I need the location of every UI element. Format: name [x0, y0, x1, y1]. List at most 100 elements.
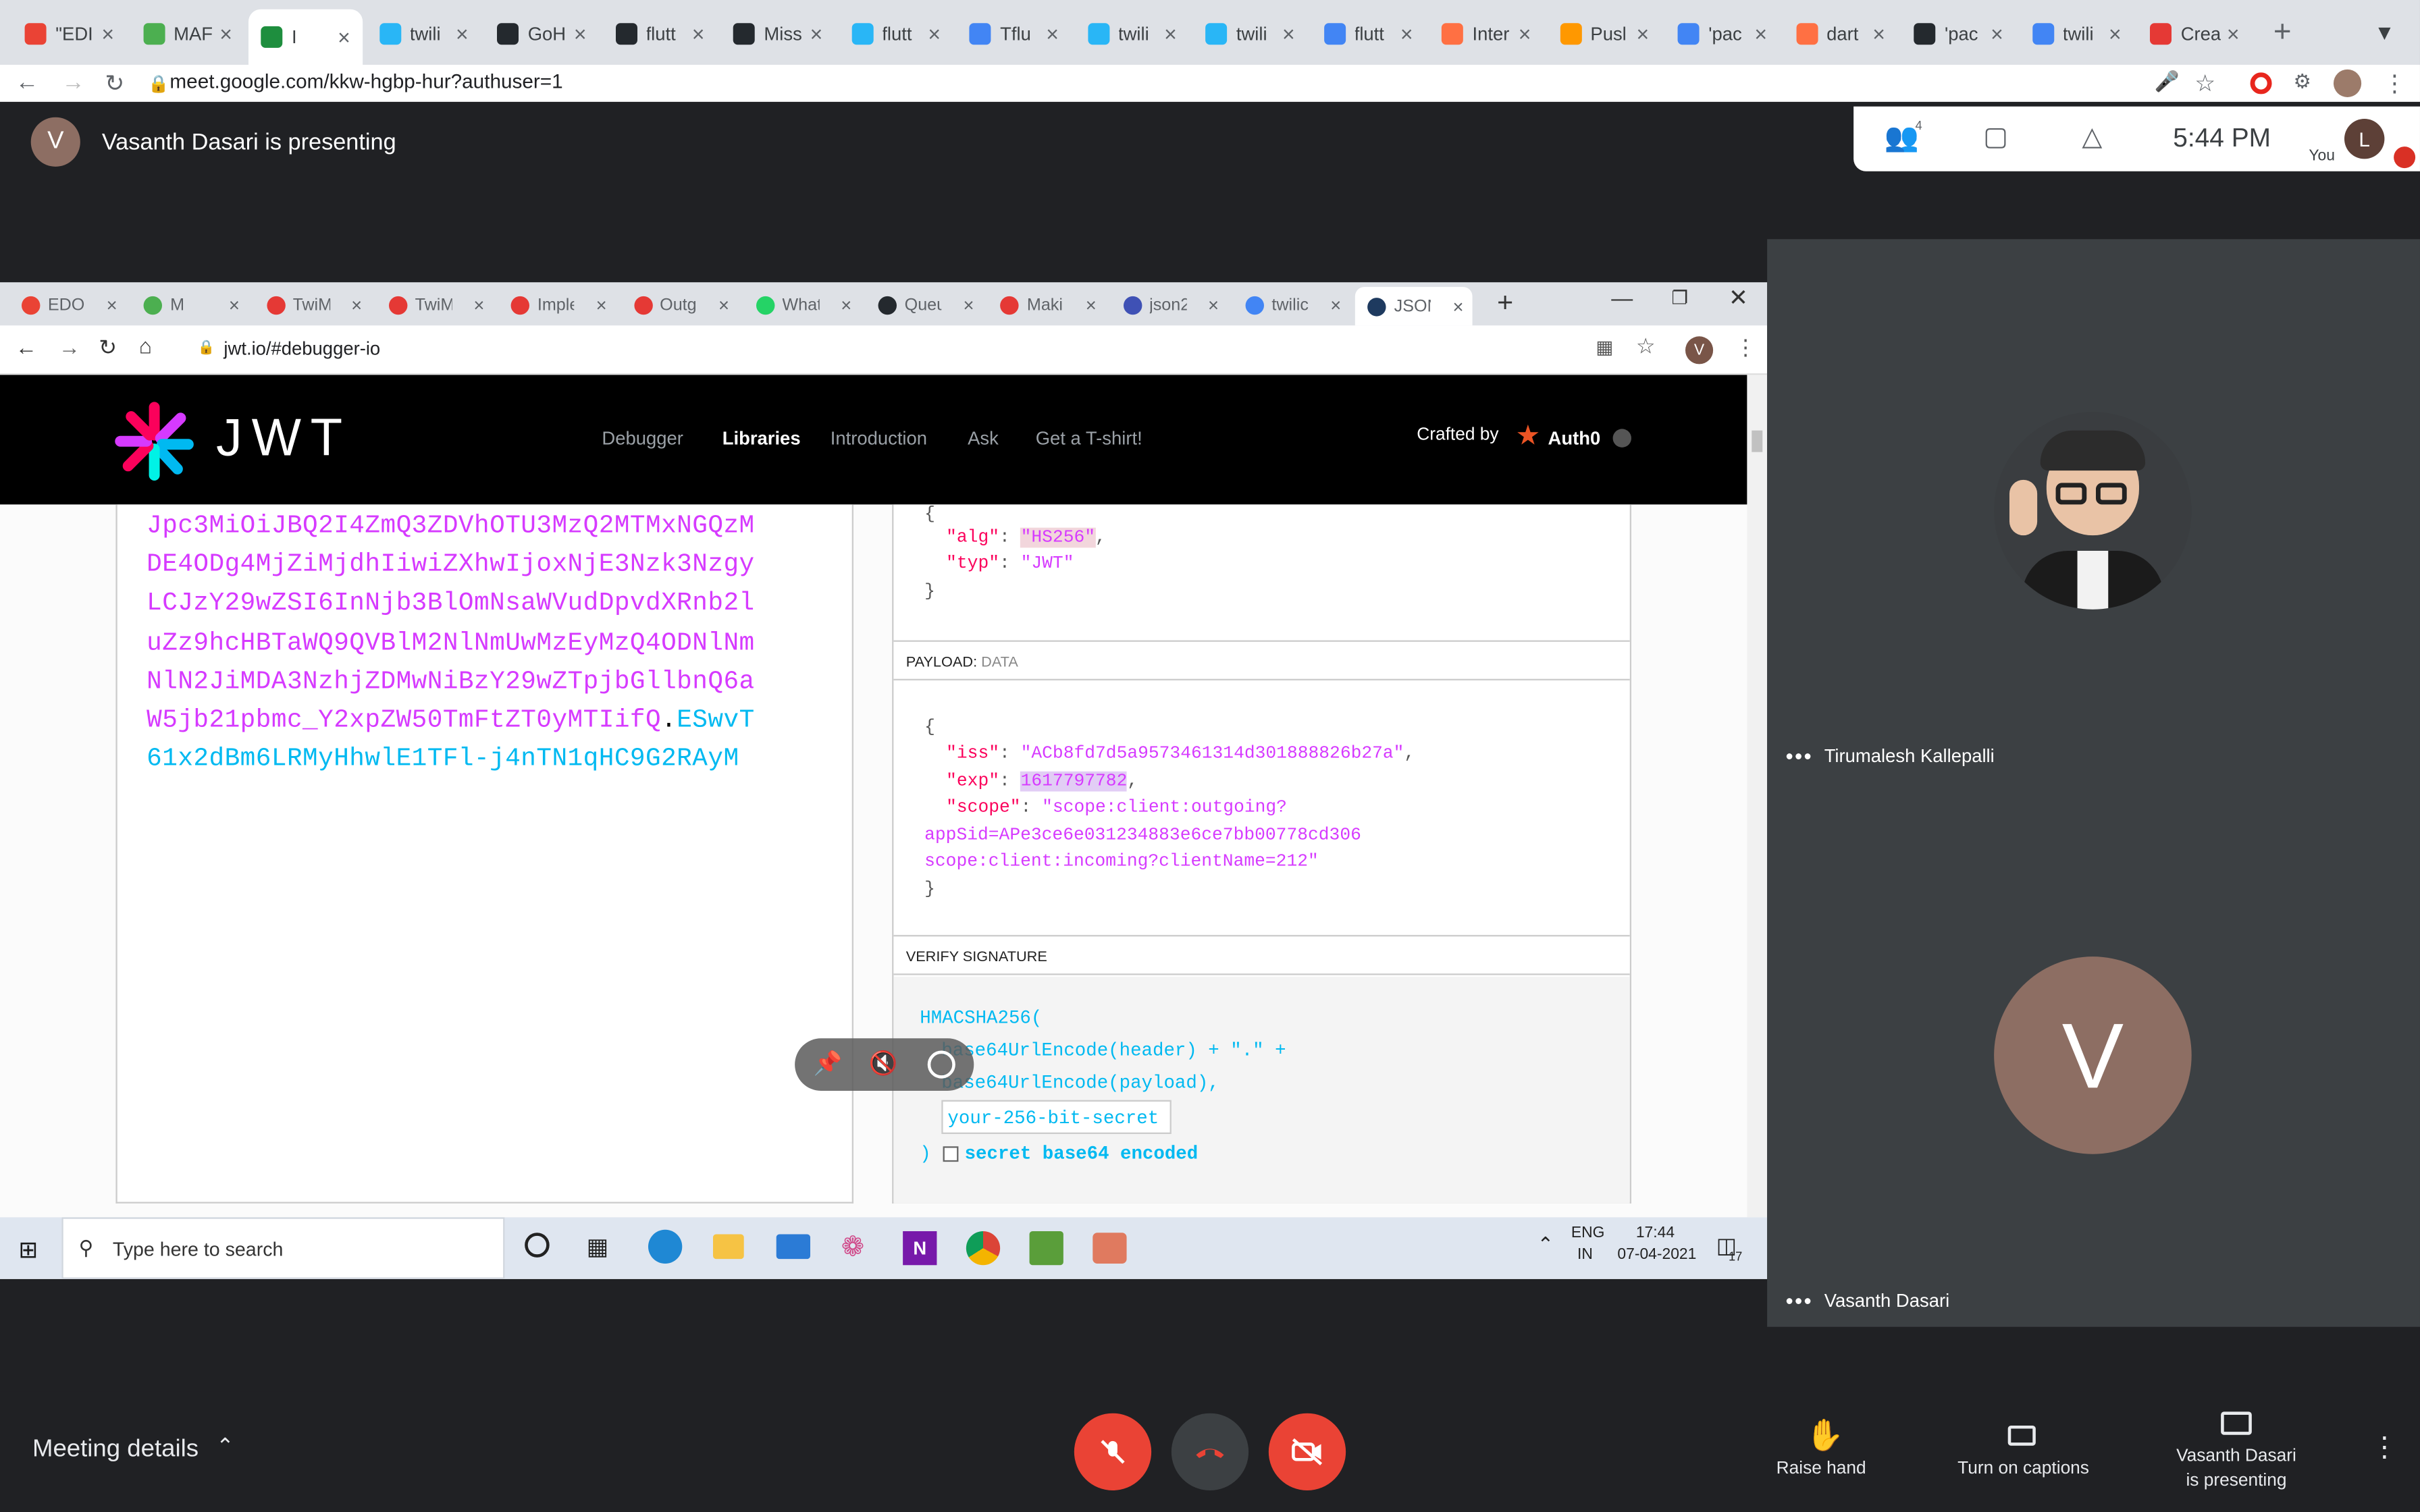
participants-panel — [1767, 239, 2420, 1327]
more-options-icon[interactable]: ⋮ — [2371, 1432, 2398, 1464]
raise-hand-icon[interactable]: ✋ — [1806, 1416, 1844, 1455]
present-line1[interactable]: Vasanth Dasari — [2157, 1447, 2315, 1465]
tab-close-icon: × — [106, 294, 117, 317]
tab-close-icon[interactable]: × — [1872, 22, 1885, 47]
tab-close-icon[interactable]: × — [1991, 22, 2003, 47]
captions-icon[interactable] — [2007, 1425, 2036, 1446]
tab-title: TwiM — [292, 296, 330, 315]
tab-close-icon: × — [596, 294, 607, 317]
tab-favicon-icon — [878, 296, 897, 315]
payload-json-open: { — [924, 717, 935, 738]
people-icon[interactable]: 👥 — [1885, 122, 1919, 155]
mic-icon[interactable]: 🎤 — [2155, 70, 2180, 94]
hang-up-button[interactable] — [1171, 1413, 1249, 1490]
raise-hand-button[interactable]: Raise hand — [1760, 1459, 1883, 1478]
camera-off-button[interactable] — [1268, 1413, 1346, 1490]
auth0-label: Auth0 — [1548, 427, 1601, 450]
browser-tab[interactable]: twili × — [2020, 12, 2134, 55]
shared-tab: json2 × — [1111, 288, 1228, 322]
tab-close-icon[interactable]: × — [1637, 22, 1650, 47]
tab-title: 'pac — [1944, 23, 1978, 45]
tab-close-icon[interactable]: × — [1164, 22, 1177, 47]
mic-off-button[interactable] — [1074, 1413, 1152, 1490]
tab-close-icon: × — [718, 294, 729, 317]
tab-close-icon[interactable]: × — [1519, 22, 1531, 47]
tab-close-icon[interactable]: × — [1400, 22, 1413, 47]
tab-title: Tflu — [1000, 23, 1031, 45]
tab-favicon-icon — [1795, 23, 1818, 45]
browser-tab[interactable]: 'pac × — [1901, 12, 2016, 55]
notification-count: 17 — [1728, 1249, 1743, 1264]
tab-close-icon[interactable]: × — [456, 22, 469, 47]
present-line2[interactable]: is presenting — [2157, 1472, 2315, 1490]
tab-close-icon[interactable]: × — [1046, 22, 1059, 47]
browser-tab[interactable]: twili × — [367, 12, 481, 55]
tab-close-icon[interactable]: × — [1754, 22, 1767, 47]
you-label: You — [2309, 148, 2335, 165]
tab-title: twili — [409, 23, 441, 45]
tab-close-icon[interactable]: × — [2227, 22, 2240, 47]
participant-options-icon[interactable]: ••• — [1786, 744, 1813, 769]
browser-tab[interactable]: Crea × — [2138, 12, 2252, 55]
present-icon[interactable] — [2221, 1411, 2252, 1435]
presenter-avatar: V — [30, 117, 80, 167]
browser-tab[interactable]: Miss × — [720, 12, 835, 55]
bookmark-star-icon[interactable]: ☆ — [2194, 70, 2215, 97]
forward-icon[interactable]: → — [61, 70, 84, 96]
chevron-up-icon[interactable]: ⌃ — [216, 1433, 234, 1459]
browser-tab[interactable]: "EDI × — [12, 12, 126, 55]
search-icon: ⚲ — [78, 1235, 94, 1260]
tab-search-icon[interactable]: ▾ — [2378, 17, 2390, 48]
tab-close-icon[interactable]: × — [692, 22, 705, 47]
auth0-logo-icon: ★ — [1515, 419, 1541, 451]
encoded-line: Jpc3MiOiJBQ2I4ZmQ3ZDVhOTU3MzQ2MTMxNGQzM — [147, 510, 755, 540]
tab-close-icon[interactable]: × — [574, 22, 587, 47]
meeting-details-button[interactable]: Meeting details — [32, 1436, 199, 1464]
browser-tab[interactable]: flutt × — [1311, 12, 1425, 55]
browser-tab[interactable]: Tflu × — [957, 12, 1071, 55]
address-bar[interactable]: meet.google.com/kkw-hgbp-hur?authuser=1 — [169, 70, 562, 92]
activities-icon[interactable]: △ — [2082, 122, 2102, 153]
mute-audio-icon: 🔇 — [868, 1050, 898, 1077]
profile-avatar[interactable] — [2333, 69, 2362, 97]
reload-icon[interactable]: ↻ — [105, 70, 124, 97]
browser-tab[interactable]: GoH × — [485, 12, 599, 55]
tab-close-icon[interactable]: × — [928, 22, 941, 47]
tab-close-icon[interactable]: × — [101, 22, 114, 47]
browser-tab[interactable]: flutt × — [839, 12, 953, 55]
browser-tab[interactable]: 'pac × — [1665, 12, 1779, 55]
chat-icon[interactable]: ▢ — [1983, 122, 2008, 153]
nav-introduction: Introduction — [830, 427, 928, 450]
browser-tab[interactable]: dart × — [1783, 12, 1897, 55]
tab-close-icon[interactable]: × — [338, 25, 350, 50]
shared-tab: What × — [743, 288, 861, 322]
shared-tab: EDO × — [9, 288, 127, 322]
browser-tab[interactable]: twili × — [1075, 12, 1189, 55]
tab-close-icon[interactable]: × — [219, 22, 232, 47]
participant-options-icon[interactable]: ••• — [1786, 1289, 1813, 1314]
browser-tab[interactable]: Pusl × — [1547, 12, 1661, 55]
page-scrollbar — [1747, 375, 1768, 1218]
browser-tab[interactable]: flutt × — [603, 12, 717, 55]
tray-date: 07-04-2021 — [1617, 1246, 1697, 1264]
browser-toolbar: ← → ↻ 🔒 meet.google.com/kkw-hgbp-hur?aut… — [0, 64, 2420, 102]
hmac-line2: base64UrlEncode(header) + "." + — [941, 1040, 1286, 1062]
captions-button[interactable]: Turn on captions — [1937, 1459, 2110, 1478]
tab-favicon-icon — [1677, 23, 1700, 45]
menu-dots-icon[interactable]: ⋮ — [2383, 70, 2406, 97]
tab-close-icon: × — [473, 294, 485, 317]
browser-tab[interactable]: Inter × — [1429, 12, 1544, 55]
header-typ-line: "typ": "JWT" — [946, 554, 1074, 574]
tab-close-icon[interactable]: × — [1282, 22, 1295, 47]
opera-extension-icon[interactable] — [2250, 72, 2272, 94]
tab-close-icon: × — [1452, 295, 1464, 317]
browser-tab[interactable]: twili × — [1193, 12, 1307, 55]
back-icon[interactable]: ← — [16, 70, 38, 96]
tab-close-icon[interactable]: × — [810, 22, 823, 47]
shared-tab: Makir × — [989, 288, 1106, 322]
tab-close-icon[interactable]: × — [2109, 22, 2122, 47]
new-tab-icon[interactable]: + — [2273, 16, 2292, 51]
browser-tab[interactable]: MAF × — [130, 12, 244, 55]
extensions-puzzle-icon[interactable]: ⚙ — [2294, 70, 2312, 94]
browser-tab[interactable]: I × — [248, 9, 363, 65]
